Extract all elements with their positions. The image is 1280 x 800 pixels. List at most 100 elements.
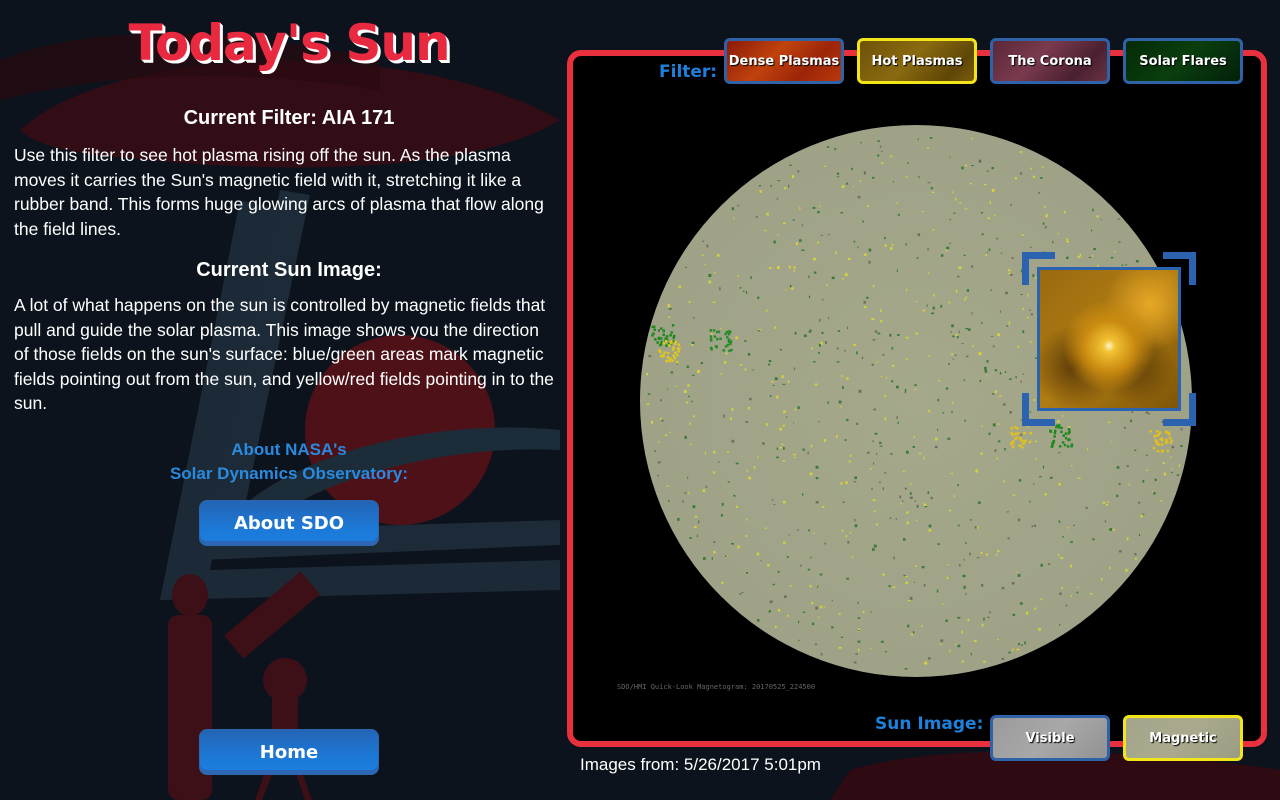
magnetic-speck — [972, 344, 974, 348]
magnetic-speck — [731, 543, 734, 545]
filter-solar-flares-button[interactable]: Solar Flares — [1123, 38, 1243, 84]
magnetic-speck — [1058, 520, 1060, 523]
magnetic-speck — [931, 312, 935, 315]
magnetic-speck — [890, 155, 892, 158]
active-region-speck — [1022, 441, 1026, 444]
magnetic-speck — [840, 636, 844, 638]
filter-the-corona-button[interactable]: The Corona — [990, 38, 1110, 84]
magnetic-speck — [927, 491, 930, 494]
magnetic-speck — [939, 643, 942, 645]
magnetic-speck — [857, 640, 861, 643]
magnetic-speck — [1049, 476, 1053, 479]
magnetic-speck — [835, 251, 837, 254]
magnetic-speck — [986, 360, 989, 363]
magnetic-speck — [689, 422, 691, 425]
magnetic-speck — [766, 423, 768, 426]
magnetic-speck — [1000, 252, 1003, 254]
magnetic-speck — [1180, 428, 1183, 431]
magnetic-speck — [802, 493, 804, 496]
magnetic-speck — [951, 402, 954, 404]
magnetic-speck — [771, 499, 774, 501]
magnetic-speck — [991, 167, 994, 170]
magnetic-speck — [820, 605, 823, 609]
magnetic-speck — [872, 339, 876, 341]
active-region-speck — [673, 334, 676, 338]
magnetic-speck — [838, 612, 841, 615]
magnetic-speck — [992, 423, 996, 427]
magnetic-speck — [736, 205, 740, 207]
magnetic-speck — [783, 410, 786, 413]
magnetic-speck — [957, 335, 959, 339]
active-region-speck — [660, 337, 663, 340]
active-region-speck — [726, 336, 729, 339]
magnetic-speck — [697, 370, 700, 373]
magnetic-speck — [951, 324, 954, 328]
magnetic-speck — [813, 257, 816, 261]
magnetic-speck — [857, 196, 861, 199]
magnetic-speck — [870, 611, 873, 613]
magnetic-speck — [720, 327, 722, 330]
magnetic-speck — [849, 454, 852, 457]
magnetic-speck — [882, 573, 885, 576]
magnetic-speck — [884, 417, 887, 421]
magnetic-speck — [872, 284, 875, 287]
magnetic-speck — [918, 452, 922, 455]
magnetic-speck — [815, 477, 819, 480]
magnetic-speck — [748, 476, 751, 480]
magnetic-speck — [793, 270, 796, 272]
sun-image-label: Sun Image: — [875, 714, 984, 734]
magnetic-speck — [1126, 465, 1129, 468]
magnetic-speck — [721, 581, 724, 584]
magnetic-speck — [781, 443, 784, 445]
filter-dense-plasmas-button[interactable]: Dense Plasmas — [724, 38, 844, 84]
magnetic-speck — [842, 386, 844, 389]
sun-image-magnetic-button[interactable]: Magnetic — [1123, 715, 1243, 761]
magnetic-speck — [1004, 448, 1006, 451]
filter-hot-plasmas-button[interactable]: Hot Plasmas — [857, 38, 977, 84]
magnetic-speck — [838, 646, 842, 649]
magnetic-speck — [953, 212, 956, 214]
magnetic-speck — [857, 617, 861, 619]
magnetic-speck — [873, 510, 876, 513]
active-region-speck — [1061, 441, 1065, 444]
magnetic-speck — [831, 599, 833, 602]
magnetic-speck — [1070, 564, 1072, 568]
magnetic-speck — [646, 373, 648, 376]
magnetic-speck — [757, 619, 760, 622]
active-region-speck — [652, 325, 656, 328]
magnetic-speck — [952, 191, 954, 194]
magnetic-speck — [940, 304, 943, 308]
magnetic-speck — [853, 185, 854, 188]
magnetic-speck — [965, 296, 967, 299]
magnetic-speck — [815, 501, 819, 504]
magnetic-speck — [682, 500, 684, 503]
magnetic-speck — [765, 309, 768, 312]
active-region-speck — [1169, 441, 1172, 444]
magnetic-speck — [1066, 238, 1068, 241]
sun-image-visible-button[interactable]: Visible — [990, 715, 1110, 761]
magnetic-speck — [1085, 506, 1088, 509]
magnetic-speck — [961, 166, 964, 170]
magnetic-speck — [986, 251, 988, 254]
active-region-speck — [729, 340, 733, 343]
active-region-speck — [1156, 429, 1159, 433]
magnetic-speck — [873, 408, 877, 411]
magnetic-speck — [798, 620, 800, 624]
magnetic-speck — [762, 442, 765, 445]
magnetic-speck — [797, 170, 800, 173]
magnetic-speck — [778, 609, 781, 612]
magnetic-speck — [1010, 204, 1012, 207]
magnetic-speck — [880, 162, 884, 164]
magnetic-speck — [1116, 494, 1119, 498]
active-region-speck — [1013, 425, 1017, 429]
active-region-speck — [1014, 432, 1017, 436]
magnetic-speck — [872, 548, 875, 551]
about-sdo-button[interactable]: About SDO — [199, 500, 379, 546]
magnetic-speck — [853, 344, 856, 346]
magnetic-speck — [686, 401, 688, 404]
magnetic-speck — [922, 309, 926, 312]
active-region-speck — [669, 334, 672, 337]
magnetic-speck — [660, 399, 662, 402]
home-button[interactable]: Home — [199, 729, 379, 775]
magnetic-speck — [858, 648, 860, 652]
